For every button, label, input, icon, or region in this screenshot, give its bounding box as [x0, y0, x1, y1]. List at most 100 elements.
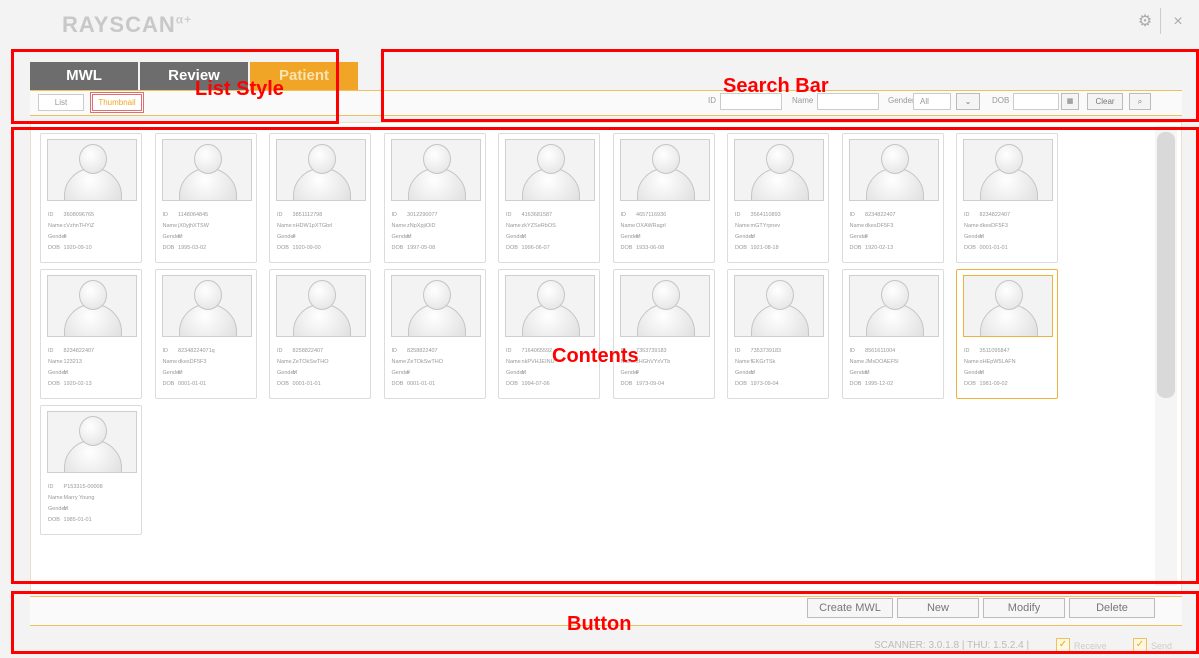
search-dob-input[interactable]	[1013, 93, 1059, 110]
delete-button[interactable]: Delete	[1069, 598, 1155, 618]
card-name-value: OXAWRagrl	[636, 223, 666, 229]
card-gender-label: Gender	[391, 370, 410, 376]
card-name-value: nkPVHJEINU	[521, 359, 555, 365]
avatar	[619, 275, 710, 337]
card-dob: DOB 1920-09-00	[277, 245, 321, 251]
card-gender-label: Gender	[48, 506, 67, 512]
card-dob-label: DOB	[277, 381, 289, 387]
card-name-label: Name	[48, 359, 63, 365]
patient-card[interactable]: ID 7353739183 Name fEKGrTSk Gender M DOB 19…	[727, 269, 829, 399]
card-id-value: P153315-00008	[63, 484, 103, 490]
avatar	[505, 275, 595, 337]
card-id-label: ID	[506, 212, 512, 218]
app-logo: RAYSCANα+	[62, 12, 193, 37]
card-id: ID 8234822407	[48, 348, 94, 354]
card-name-label: Name	[162, 223, 178, 229]
patient-card[interactable]: ID 4657116936 Name OXAWRagrl Gender M DOB 1…	[612, 133, 715, 263]
card-dob-value: 1920-09-00	[292, 245, 321, 251]
card-name: Name nHDW1pXTGbrl	[277, 223, 332, 229]
search-icon[interactable]: ⌕	[1129, 93, 1151, 110]
modify-button[interactable]: Modify	[983, 598, 1065, 618]
receive-checkbox[interactable]: ✓	[1056, 638, 1070, 652]
new-button[interactable]: New	[897, 598, 979, 618]
patient-card[interactable]: ID 8234822407 Name 123213 Gender M DOB 1920…	[40, 269, 142, 399]
card-dob: DOB 1996-06-07	[506, 245, 550, 251]
card-gender: Gender M	[163, 234, 183, 240]
list-view-toggle[interactable]: List	[38, 94, 84, 111]
avatar-head	[422, 144, 451, 174]
card-gender-label: Gender	[620, 370, 639, 376]
patient-card[interactable]: ID 7164065592 Name nkPVHJEINU Gender M DOB …	[498, 269, 600, 399]
avatar	[47, 411, 137, 473]
avatar	[161, 139, 252, 201]
card-gender-value: M	[750, 370, 756, 376]
card-gender: Gender F	[850, 234, 869, 240]
card-gender-value: M	[521, 234, 527, 240]
patient-card[interactable]: ID 3511095847 Name oHEpW5LAFN Gender M DOB …	[956, 269, 1058, 399]
card-gender: Gender M	[964, 234, 984, 240]
send-label: Send	[1151, 641, 1173, 651]
avatar	[848, 275, 939, 337]
card-id-label: ID	[391, 348, 398, 354]
card-dob: DOB 1985-01-01	[48, 517, 92, 523]
create-mwl-button[interactable]: Create MWL	[807, 598, 893, 618]
card-dob: DOB 1933-06-08	[621, 245, 665, 251]
patient-card[interactable]: ID 3012290077 Name zNpXpjiOiD Gender M DOB …	[383, 133, 486, 263]
patient-card[interactable]: ID 3608096765 Name cVzhnTHYiZ Gender F DOB …	[40, 133, 142, 263]
card-id-value: 8234822407	[865, 212, 896, 218]
scrollbar-thumb[interactable]	[1157, 132, 1175, 398]
patient-card[interactable]: ID 8258822407 Name ZeTOkSwTHO Gender F DOB …	[383, 269, 486, 399]
patient-card[interactable]: ID 3564110893 Name mGTYrpnev Gender M DOB 1…	[727, 133, 829, 263]
card-gender: Gender M	[277, 370, 297, 376]
avatar-head	[651, 144, 680, 174]
card-id-value: 3511095847	[979, 348, 1010, 354]
chevron-down-icon[interactable]: ⌄	[956, 93, 980, 110]
card-id: ID 3012290077	[392, 212, 438, 218]
card-dob-value: 0001-01-01	[292, 381, 321, 387]
card-gender-value: M	[63, 506, 69, 512]
avatar-head	[79, 280, 107, 310]
patient-card[interactable]: ID 8258822407 Name ZeTOkSwTHO Gender M DOB …	[269, 269, 371, 399]
card-id-label: ID	[735, 212, 741, 218]
card-gender-label: Gender	[506, 234, 525, 240]
send-checkbox[interactable]: ✓	[1133, 638, 1147, 652]
card-dob: DOB 1920-02-13	[48, 381, 92, 387]
gender-select[interactable]: All	[913, 93, 951, 110]
patient-card[interactable]: ID 4163681587 Name zkYZSeRbOS Gender M DOB …	[498, 133, 600, 263]
patient-card[interactable]: ID 1148064845 Name jX0yjhXTSW Gender M DOB …	[154, 133, 257, 263]
avatar	[390, 275, 481, 337]
card-name: Name mGTYrpnev	[735, 223, 780, 229]
card-id-label: ID	[620, 212, 627, 218]
patient-card[interactable]: ID 8561611004 Name JMsDOAEF5I Gender M DOB …	[841, 269, 944, 399]
patient-card[interactable]: ID 82348224071q Name dkesDF5F3 Gender M DOB…	[154, 269, 257, 399]
avatar	[963, 275, 1053, 337]
card-gender-value: M	[63, 370, 69, 376]
card-gender-value: F	[865, 234, 869, 240]
patient-card[interactable]: ID 8234822407 Name dkesDF5F3 Gender M DOB 0…	[956, 133, 1058, 263]
card-dob-label: DOB	[849, 245, 862, 251]
patient-card[interactable]: ID P153315-00008 Name Marry Young Gender M…	[40, 405, 142, 535]
patient-card[interactable]: ID 7363739183 Name zHGhVYxVTb Gender F DOB …	[612, 269, 715, 399]
avatar-head	[651, 280, 680, 310]
card-gender-label: Gender	[391, 234, 410, 240]
card-name-label: Name	[506, 223, 521, 229]
patient-card[interactable]: ID 8234822407 Name dkesDF5F3 Gender F DOB 1…	[841, 133, 944, 263]
clear-button[interactable]: Clear	[1087, 93, 1123, 110]
tab-mwl[interactable]: MWL	[30, 62, 138, 90]
card-id-value: 3564110893	[750, 212, 781, 218]
card-name-value: oHEpW5LAFN	[979, 359, 1016, 365]
calendar-icon[interactable]: ▦	[1061, 93, 1079, 110]
card-id-value: 3608096765	[63, 212, 95, 218]
card-id-value: 7363739183	[636, 348, 667, 354]
card-dob-value: 1920-02-13	[63, 381, 92, 387]
patient-card[interactable]: ID 3851112798 Name nHDW1pXTGbrl Gender F DO…	[269, 133, 371, 263]
card-dob: DOB 1921-08-18	[735, 245, 779, 251]
card-id: ID 3564110893	[735, 212, 781, 218]
card-gender: Gender M	[735, 370, 755, 376]
settings-icon[interactable]: ⚙	[1133, 10, 1157, 34]
thumbnail-view-toggle[interactable]: Thumbnail	[90, 92, 144, 113]
close-icon[interactable]: ×	[1166, 10, 1190, 34]
card-name-label: Name	[162, 359, 178, 365]
card-name-label: Name	[849, 223, 865, 229]
card-name-value: zHGhVYxVTb	[636, 359, 671, 365]
